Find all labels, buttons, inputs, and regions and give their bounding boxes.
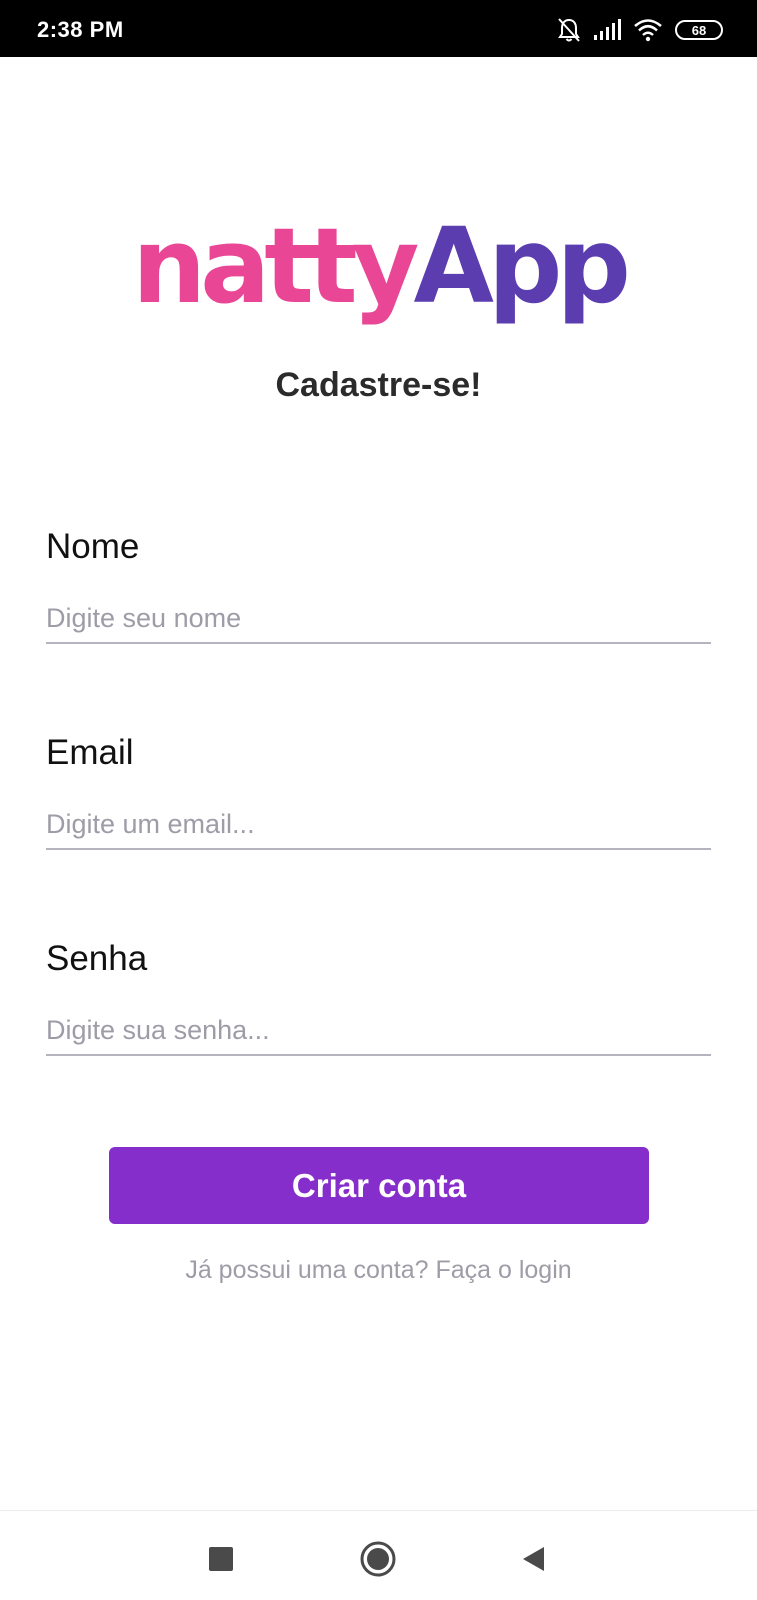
page-title: Cadastre-se! (275, 366, 482, 404)
password-label: Senha (46, 939, 148, 978)
recents-square-icon[interactable] (201, 1539, 241, 1579)
name-label: Nome (46, 527, 140, 566)
status-bar: 2:38 PM 68 (0, 0, 757, 57)
system-nav-bar (0, 1510, 757, 1600)
email-label: Email (46, 733, 134, 772)
logo-part-app: App (413, 205, 631, 327)
status-icons: 68 (557, 17, 723, 43)
bell-off-icon (557, 17, 581, 43)
signal-icon (593, 19, 621, 41)
app-logo: nattyApp (0, 196, 757, 336)
logo-part-natty: natty (132, 205, 419, 327)
home-circle-icon[interactable] (358, 1539, 398, 1579)
password-input[interactable] (46, 1006, 711, 1056)
battery-level: 68 (691, 22, 707, 38)
password-field-group: Senha (46, 938, 711, 1056)
login-link[interactable]: Já possui uma conta? Faça o login (0, 1256, 757, 1285)
back-triangle-icon[interactable] (513, 1539, 553, 1579)
create-account-button[interactable]: Criar conta (109, 1147, 649, 1224)
email-field-group: Email (46, 732, 711, 850)
status-time: 2:38 PM (37, 17, 124, 42)
email-input[interactable] (46, 800, 711, 850)
name-field-group: Nome (46, 526, 711, 644)
battery-icon: 68 (675, 20, 723, 40)
name-input[interactable] (46, 594, 711, 644)
wifi-icon (633, 18, 663, 42)
